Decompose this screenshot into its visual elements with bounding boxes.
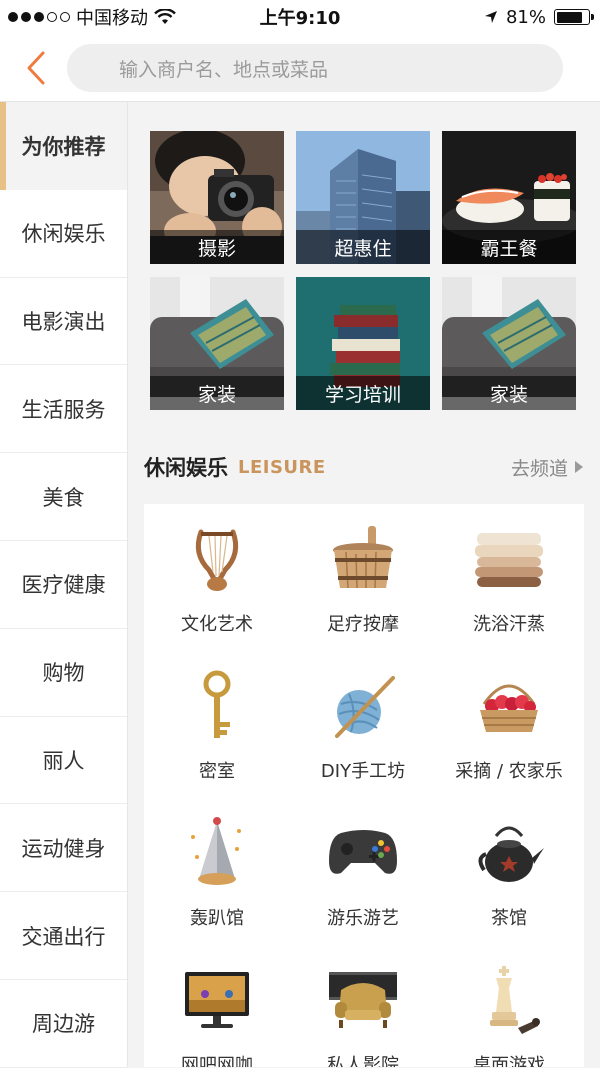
sidebar-item-label: 交通出行	[21, 924, 106, 949]
category-label: 私人影院	[327, 1055, 399, 1067]
tile-label: 学习培训	[296, 376, 430, 410]
category-private-cinema[interactable]: 私人影院	[290, 963, 436, 1067]
sidebar-item-label: 为你推荐	[21, 134, 106, 159]
sidebar-item-shopping[interactable]: 购物	[0, 629, 127, 717]
status-bar: 中国移动 上午9:10 81%	[0, 0, 600, 34]
sidebar-item-label: 周边游	[32, 1012, 95, 1037]
towels-icon	[475, 533, 543, 587]
carrier-info: 中国移动	[8, 4, 176, 30]
category-culture-art[interactable]: 文化艺术	[144, 522, 290, 669]
main-content: 摄影 超惠住 霸王餐 家装 学习培训 家装 休闲娱乐 LEISURE 去频道 文…	[128, 102, 600, 1067]
bucket-icon	[333, 526, 393, 589]
fruit-basket-icon	[480, 684, 538, 732]
sidebar-item-movies[interactable]: 电影演出	[0, 278, 127, 366]
sidebar-item-food[interactable]: 美食	[0, 453, 127, 541]
sidebar-item-health[interactable]: 医疗健康	[0, 541, 127, 629]
category-label: 足疗按摩	[327, 614, 399, 635]
search-input[interactable]: 输入商户名、地点或菜品	[67, 44, 563, 92]
sidebar-item-label: 医疗健康	[21, 573, 106, 598]
armchair-icon	[329, 972, 397, 1028]
yarn-icon	[335, 676, 395, 738]
signal-icon	[8, 12, 70, 22]
category-card: 文化艺术 足疗按摩 洗浴汗蒸 密室 DIY手工坊 采摘 / 农家乐 轰趴馆 游乐…	[144, 504, 584, 1067]
category-grid: 文化艺术 足疗按摩 洗浴汗蒸 密室 DIY手工坊 采摘 / 农家乐 轰趴馆 游乐…	[144, 504, 584, 1067]
tile-label: 家装	[442, 376, 576, 410]
tile-photography[interactable]: 摄影	[150, 131, 284, 264]
battery-percent: 81%	[505, 6, 546, 28]
sidebar-item-label: 运动健身	[21, 836, 106, 861]
category-sauna[interactable]: 洗浴汗蒸	[436, 522, 582, 669]
category-label: 桌面游戏	[473, 1055, 545, 1067]
tile-label: 摄影	[150, 230, 284, 264]
triangle-right-icon	[575, 461, 583, 473]
category-label: 洗浴汗蒸	[473, 614, 545, 635]
sidebar-item-label: 购物	[42, 661, 85, 686]
category-label: 网吧网咖	[181, 1055, 253, 1067]
section-header: 休闲娱乐 LEISURE 去频道	[144, 452, 584, 482]
location-arrow-icon	[484, 11, 497, 23]
sidebar-item-label: 休闲娱乐	[21, 222, 106, 247]
back-button[interactable]	[16, 48, 56, 88]
category-board-games[interactable]: 桌面游戏	[436, 963, 582, 1067]
sidebar-item-nearby-travel[interactable]: 周边游	[0, 980, 127, 1068]
section-title: 休闲娱乐	[144, 456, 228, 480]
wifi-icon	[154, 9, 176, 24]
go-channel-link[interactable]: 去频道	[511, 454, 584, 481]
category-label: 茶馆	[491, 908, 527, 929]
lyre-icon	[195, 529, 239, 591]
tile-label: 超惠住	[296, 230, 430, 264]
category-farm-picking[interactable]: 采摘 / 农家乐	[436, 669, 582, 816]
tile-hotel-deals[interactable]: 超惠住	[296, 131, 430, 264]
sidebar-item-fitness[interactable]: 运动健身	[0, 804, 127, 893]
sidebar-item-life-services[interactable]: 生活服务	[0, 365, 127, 454]
sidebar-item-leisure[interactable]: 休闲娱乐	[0, 190, 127, 278]
key-icon	[203, 670, 231, 738]
gamepad-icon	[329, 830, 397, 874]
category-tea-house[interactable]: 茶馆	[436, 816, 582, 963]
category-foot-massage[interactable]: 足疗按摩	[290, 522, 436, 669]
category-label: 文化艺术	[181, 614, 253, 635]
section-title-en: LEISURE	[238, 456, 326, 478]
category-party-venue[interactable]: 轰趴馆	[144, 816, 290, 963]
category-arcade[interactable]: 游乐游艺	[290, 816, 436, 963]
category-diy[interactable]: DIY手工坊	[290, 669, 436, 816]
tile-home-decor[interactable]: 家装	[150, 277, 284, 410]
category-label: DIY手工坊	[320, 761, 406, 782]
category-label: 游乐游艺	[327, 908, 399, 929]
party-hat-icon	[191, 817, 241, 885]
category-label: 密室	[199, 761, 235, 782]
carrier-name: 中国移动	[76, 8, 148, 29]
monitor-icon	[185, 972, 249, 1028]
go-channel-label: 去频道	[510, 457, 568, 480]
category-sidebar: 为你推荐 休闲娱乐 电影演出 生活服务 美食 医疗健康 购物 丽人 运动健身 交…	[0, 102, 128, 1068]
category-escape-room[interactable]: 密室	[144, 669, 290, 816]
status-right: 81%	[484, 6, 594, 28]
sidebar-item-label: 电影演出	[21, 309, 106, 334]
category-label: 轰趴馆	[190, 908, 244, 929]
category-internet-cafe[interactable]: 网吧网咖	[144, 963, 290, 1067]
search-placeholder: 输入商户名、地点或菜品	[119, 58, 329, 81]
tile-label: 家装	[150, 376, 284, 410]
tile-home-decor[interactable]: 家装	[442, 277, 576, 410]
tile-label: 霸王餐	[442, 230, 576, 264]
recommend-tiles: 摄影 超惠住 霸王餐 家装 学习培训 家装	[150, 131, 576, 410]
tile-free-meal[interactable]: 霸王餐	[442, 131, 576, 264]
navigation-bar: 输入商户名、地点或菜品	[0, 34, 600, 102]
sidebar-item-label: 美食	[42, 485, 85, 510]
tile-education[interactable]: 学习培训	[296, 277, 430, 410]
category-label: 采摘 / 农家乐	[455, 761, 563, 782]
teapot-icon	[478, 826, 544, 882]
battery-icon	[554, 9, 594, 25]
sidebar-item-label: 生活服务	[21, 397, 106, 422]
chess-icon	[490, 966, 540, 1034]
sidebar-item-transport[interactable]: 交通出行	[0, 892, 127, 980]
sidebar-item-recommended[interactable]: 为你推荐	[0, 102, 127, 190]
sidebar-item-beauty[interactable]: 丽人	[0, 717, 127, 805]
chevron-left-icon	[27, 51, 45, 85]
sidebar-item-label: 丽人	[42, 748, 85, 773]
